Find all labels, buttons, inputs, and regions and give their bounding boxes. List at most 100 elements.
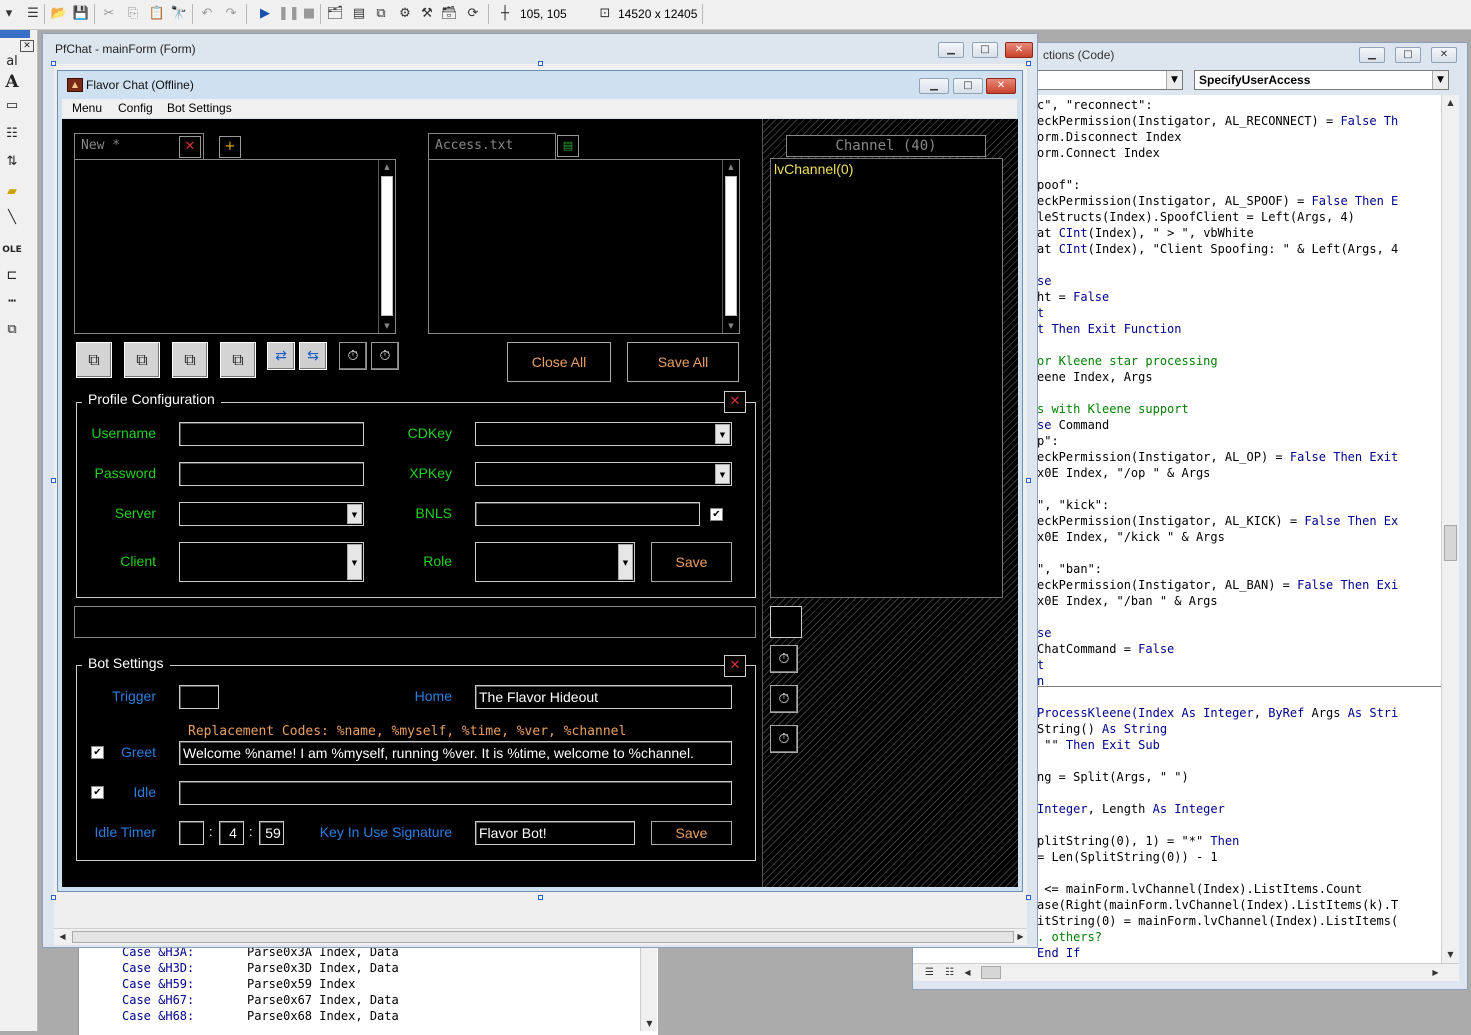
folder-tool-icon[interactable]: ▰ [2,182,22,202]
access-list-scrollbar[interactable]: ▲ ▼ [722,160,739,333]
bnls-field[interactable] [475,502,700,526]
stopwatch-icon[interactable]: ⏱ [770,645,798,673]
redo-icon[interactable]: ↷ [222,5,240,23]
scroll-thumb[interactable] [381,176,393,316]
profile-save-button[interactable]: Save [651,542,732,582]
bot-save-button[interactable]: Save [651,821,732,845]
key-in-use-field[interactable]: Flavor Bot! [475,821,635,845]
bnls-checkbox[interactable]: ✔ [710,508,723,521]
window-cascade-icon[interactable]: ⧉ [76,342,112,378]
cdkey-dropdown[interactable]: ▼ [475,422,732,446]
resize-handle[interactable] [51,895,56,900]
procedure-view-icon[interactable]: ☰ [921,965,938,981]
line-tool-icon[interactable]: ╲ [2,208,22,228]
form-layout-icon[interactable]: ⧉ [372,5,390,23]
stopwatch-icon[interactable]: ⏱ [770,685,798,713]
chat-list[interactable]: ▲ ▼ [74,159,396,334]
code-hscrollbar[interactable]: ☰ ☷ ◀ ▶ [913,963,1459,981]
close-profile-icon[interactable]: ✕ [724,391,746,413]
resize-handle[interactable] [1026,61,1031,66]
scroll-down-icon[interactable]: ▼ [1442,947,1459,963]
label-tool-icon[interactable]: A [2,72,22,92]
scroll-right-icon[interactable]: ▶ [1012,929,1029,945]
resize-handle[interactable] [538,895,543,900]
combobox-tool-icon[interactable]: ⇅ [2,152,22,172]
data-view-icon[interactable]: 🗃 [440,5,458,23]
add-tab-button[interactable]: + [219,136,241,158]
disconnect-icon[interactable]: ⇆ [299,342,327,370]
maximize-icon[interactable]: □ [1395,47,1421,63]
close-all-button[interactable]: Close All [507,342,611,382]
channel-avatar[interactable] [770,606,802,638]
scroll-thumb[interactable] [1444,525,1457,561]
hscroll-thumb[interactable] [72,931,1014,943]
close-tab-icon[interactable]: ✕ [179,136,201,158]
stopwatch-icon[interactable]: ⏱ [770,725,798,753]
menu-editor-icon[interactable]: ☰ [24,5,42,23]
close-bot-settings-icon[interactable]: ✕ [724,655,746,677]
close-icon[interactable]: ✕ [1431,47,1457,63]
maximize-icon[interactable]: □ [972,42,998,58]
connect-icon[interactable]: ⇄ [267,342,295,370]
ole-tool-icon[interactable]: OLE [2,240,22,260]
minimize-icon[interactable]: ▁ [919,78,949,94]
stopwatch-icon[interactable]: ⏱ [339,342,367,370]
resize-handle[interactable] [51,478,56,483]
password-field[interactable] [179,462,364,486]
hscroll-thumb[interactable] [981,966,1001,979]
minimize-icon[interactable]: ▁ [938,42,964,58]
cut-icon[interactable]: ✂ [100,5,118,23]
scroll-left-icon[interactable]: ◀ [54,929,71,945]
window-layers-icon[interactable]: ⧉ [220,342,256,378]
designer-hscrollbar[interactable]: ◀ ▶ [54,928,1027,945]
minimize-icon[interactable]: ▁ [1359,47,1385,63]
resize-handle[interactable] [1026,895,1031,900]
visual-component-manager-icon[interactable]: ⟳ [464,5,482,23]
chat-list-scrollbar[interactable]: ▲ ▼ [378,160,395,333]
idle-minutes-field[interactable]: 4 [219,821,244,845]
scroll-up-icon[interactable]: ▲ [1442,95,1459,111]
idle-seconds-field[interactable]: 59 [259,821,284,845]
server-dropdown[interactable]: ▼ [179,502,364,526]
textbox-tool-icon[interactable]: ▭ [2,96,22,116]
stopwatch-icon[interactable]: ⏱ [371,342,399,370]
find-icon[interactable]: 🔭 [170,5,188,23]
scroll-thumb[interactable] [725,176,737,316]
full-module-view-icon[interactable]: ☷ [941,965,958,981]
scroll-up-icon[interactable]: ▲ [379,160,395,174]
data-tool-icon[interactable]: ⊏ [2,266,22,286]
window-stack-icon[interactable]: ⧉ [172,342,208,378]
client-dropdown[interactable]: ▼ [179,542,364,582]
secondary-vscrollbar[interactable]: ▼ [640,940,657,1031]
trigger-field[interactable] [179,685,219,709]
listbox-tool-icon[interactable]: ☷ [2,124,22,144]
toolbox-close-icon[interactable]: ✕ [20,40,34,52]
menu-menu[interactable]: Menu [72,101,102,115]
home-field[interactable]: The Flavor Hideout [475,685,732,709]
scroll-down-icon[interactable]: ▼ [641,1016,658,1032]
scroll-left-icon[interactable]: ◀ [959,965,976,981]
menu-config[interactable]: Config [118,101,153,115]
undo-icon[interactable]: ↶ [198,5,216,23]
code-vscrollbar[interactable]: ▲ ▼ [1441,95,1459,963]
procedure-combo[interactable]: SpecifyUserAccess ▼ [1194,70,1449,90]
username-field[interactable] [179,422,364,446]
scroll-up-icon[interactable]: ▲ [723,160,739,174]
scroll-right-icon[interactable]: ▶ [1427,965,1444,981]
properties-icon[interactable]: ▤ [350,5,368,23]
secondary-code-editor[interactable]: Case &H3A: Parse0x3A Index, Data Case &H3D… [78,944,658,1035]
toolbox-icon[interactable]: ⚒ [418,5,436,23]
channel-list[interactable]: lvChannel(0) [770,158,1003,598]
save-all-button[interactable]: Save All [627,342,739,382]
scroll-down-icon[interactable]: ▼ [379,319,395,333]
scroll-down-icon[interactable]: ▼ [723,319,739,333]
save-file-icon[interactable]: ▤ [557,135,579,157]
paste-icon[interactable]: 📋 [148,5,166,23]
resize-handle[interactable] [1026,478,1031,483]
greet-field[interactable]: Welcome %name! I am %myself, running %ve… [179,741,732,765]
control-tool-icon[interactable]: ⧉ [2,320,22,340]
project-explorer-icon[interactable]: 🗂 [326,5,344,23]
tab-access[interactable]: Access.txt [428,133,556,159]
resize-handle[interactable] [538,61,543,66]
pointer-tool[interactable]: al [2,52,22,72]
